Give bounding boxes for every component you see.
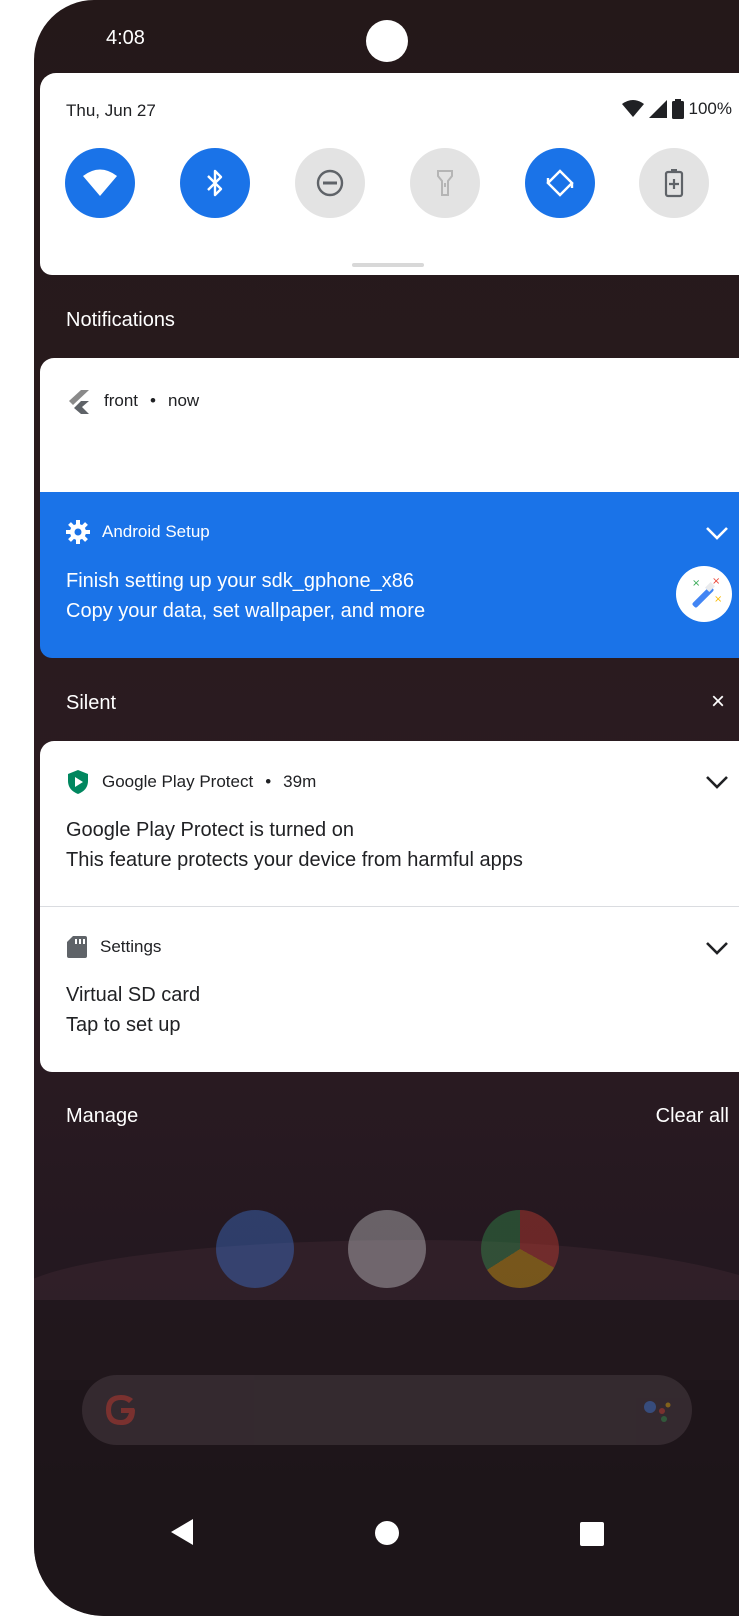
- qs-tiles: [65, 148, 739, 218]
- sd-card-icon: [67, 936, 87, 958]
- notification-header: Google Play Protect • 39m: [66, 769, 316, 795]
- flashlight-tile[interactable]: [410, 148, 480, 218]
- quick-settings-panel: Thu, Jun 27 100%: [40, 73, 739, 275]
- wallpaper-ground: [34, 1300, 739, 1616]
- wifi-tile[interactable]: [65, 148, 135, 218]
- qs-date: Thu, Jun 27: [66, 101, 156, 120]
- status-time: 4:08: [106, 27, 145, 49]
- phone-screen: 4:08 Thu, Jun 27 100% Notifications fron…: [34, 0, 739, 1616]
- notification-android-setup[interactable]: Android Setup Finish setting up your sdk…: [40, 492, 739, 658]
- notification-line-2: Tap to set up: [66, 1014, 181, 1036]
- home-search-bar: [82, 1375, 692, 1445]
- notification-app: Android Setup: [102, 522, 210, 541]
- clear-all-button[interactable]: Clear all: [656, 1105, 729, 1128]
- google-g-icon: [106, 1395, 135, 1425]
- play-store-app-icon: [348, 1210, 426, 1288]
- svg-text:×: ×: [712, 576, 720, 587]
- silent-heading: Silent: [66, 692, 117, 714]
- silent-close-button[interactable]: ×: [711, 688, 725, 716]
- notification-line-1: Google Play Protect is turned on: [66, 819, 354, 841]
- notifications-heading: Notifications: [66, 309, 175, 331]
- cell-signal-icon: [648, 100, 667, 118]
- wifi-signal-icon: [621, 100, 644, 117]
- notification-line-2: This feature protects your device from h…: [66, 849, 523, 871]
- bluetooth-icon: [207, 169, 223, 197]
- battery-saver-icon: [664, 169, 684, 198]
- qs-status-icons: 100%: [621, 99, 732, 119]
- bluetooth-tile[interactable]: [180, 148, 250, 218]
- svg-text:×: ×: [692, 578, 700, 589]
- notification-body: Virtual SD card Tap to set up: [66, 980, 200, 1040]
- manage-button[interactable]: Manage: [66, 1105, 138, 1128]
- notification-time: now: [167, 391, 200, 410]
- messages-app-icon: [216, 1210, 294, 1288]
- home-button[interactable]: [374, 1520, 400, 1546]
- notification-line-1: Finish setting up your sdk_gphone_x86: [66, 570, 415, 592]
- flashlight-icon: [437, 170, 453, 196]
- chevron-down-icon[interactable]: [704, 773, 730, 791]
- battery-icon: [671, 99, 684, 119]
- notification-time: 39m: [283, 772, 317, 791]
- notification-header: front • now: [66, 388, 199, 414]
- recents-button[interactable]: [579, 1521, 605, 1547]
- notification-app: front: [104, 391, 139, 410]
- notification-header: Settings: [66, 935, 161, 959]
- notification-body: Google Play Protect is turned on This fe…: [66, 815, 523, 875]
- back-button[interactable]: [169, 1517, 195, 1547]
- svg-text:×: ×: [714, 594, 722, 605]
- notification-settings[interactable]: Settings Virtual SD card Tap to set up: [40, 907, 739, 1072]
- magic-wand-icon: × × ×: [692, 576, 722, 608]
- notification-app: Settings: [100, 937, 162, 956]
- battery-percent: 100%: [688, 99, 732, 118]
- play-protect-shield-icon: [68, 770, 88, 794]
- do-not-disturb-icon: [316, 169, 344, 197]
- notification-play-protect[interactable]: Google Play Protect • 39m Google Play Pr…: [40, 741, 739, 906]
- notification-app: Google Play Protect: [102, 772, 254, 791]
- notification-front[interactable]: front • now: [40, 358, 739, 492]
- chevron-down-icon[interactable]: [704, 939, 730, 957]
- assistant-icon: [644, 1401, 671, 1422]
- camera-cutout: [366, 20, 408, 62]
- notification-separator: •: [150, 391, 156, 410]
- setup-wizard-icon: × × ×: [676, 566, 732, 622]
- wifi-icon: [83, 169, 117, 196]
- notification-line-1: Virtual SD card: [66, 984, 201, 1006]
- notification-body: Finish setting up your sdk_gphone_x86 Co…: [66, 566, 425, 626]
- qs-drag-handle[interactable]: [352, 263, 424, 267]
- auto-rotate-tile[interactable]: [525, 148, 595, 218]
- battery-saver-tile[interactable]: [639, 148, 709, 218]
- gear-icon: [66, 520, 90, 544]
- notification-header: Android Setup: [66, 520, 210, 544]
- chrome-app-icon: [481, 1210, 559, 1288]
- notification-line-2: Copy your data, set wallpaper, and more: [66, 600, 426, 622]
- flutter-icon: [69, 390, 89, 414]
- auto-rotate-icon: [546, 169, 574, 197]
- notification-separator: •: [265, 772, 272, 791]
- chevron-down-icon[interactable]: [704, 524, 730, 542]
- do-not-disturb-tile[interactable]: [295, 148, 365, 218]
